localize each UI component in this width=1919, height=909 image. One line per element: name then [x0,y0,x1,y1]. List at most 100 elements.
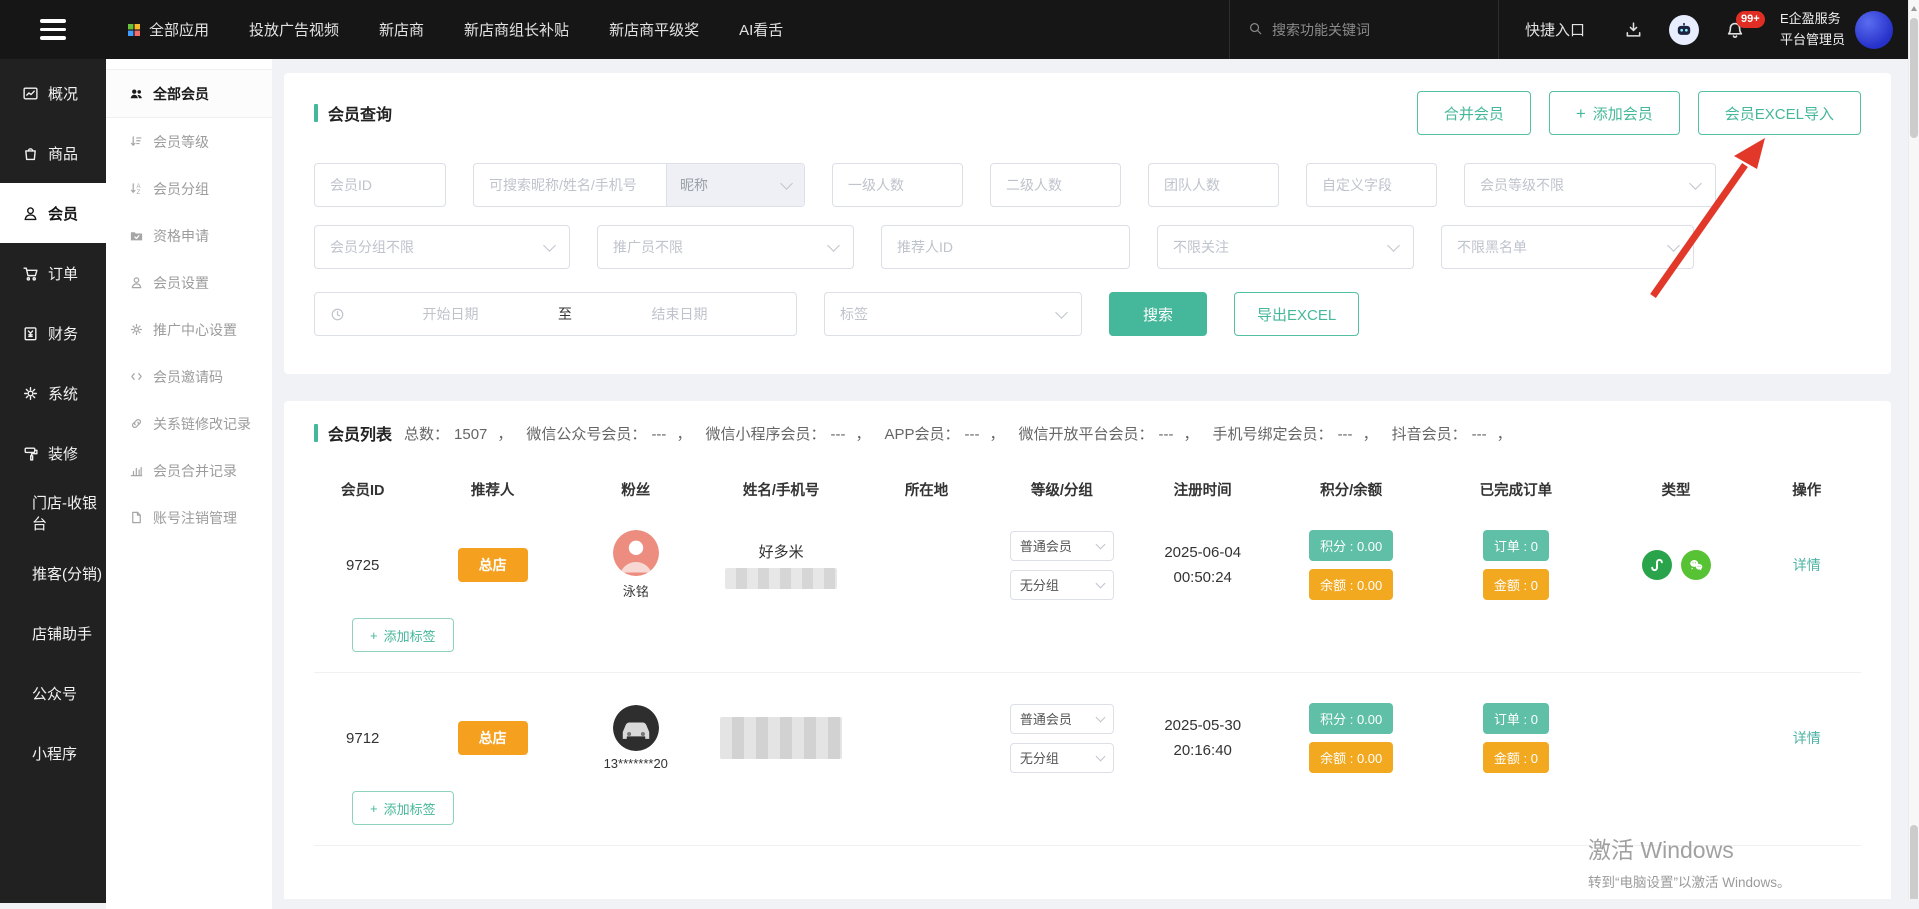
stat-comma: ， [497,426,512,443]
follow-filter-select[interactable]: 不限关注 [1157,225,1414,269]
search-input[interactable]: 搜索功能关键词 [1229,0,1499,59]
submenu-item-9[interactable]: 账号注销管理 [106,494,272,541]
sidebar-item-7[interactable]: 门店-收银台 [0,483,106,543]
group-select[interactable]: 无分组 [1010,570,1114,600]
add-tag-button[interactable]: +添加标签 [352,791,454,825]
submenu-item-4[interactable]: 会员设置 [106,259,272,306]
level1-count-input[interactable]: 一级人数 [832,163,963,207]
orders-badge: 订单 : 0 [1483,530,1549,561]
orders-badge: 订单 : 0 [1483,703,1549,734]
quick-entry-link[interactable]: 快捷入口 [1499,19,1611,40]
date-range-input[interactable]: 开始日期 至 结束日期 [314,292,797,336]
stat-comma: ， [676,426,691,443]
custom-field-input[interactable]: 自定义字段 [1306,163,1437,207]
level-select[interactable]: 普通会员 [1010,531,1114,561]
export-excel-button[interactable]: 导出EXCEL [1234,292,1359,336]
end-date-input[interactable]: 结束日期 [578,304,781,324]
team-count-input[interactable]: 团队人数 [1148,163,1279,207]
download-icon[interactable] [1624,20,1643,39]
topnav-item-2[interactable]: 新店商 [359,0,444,59]
group-icon: AZ [129,181,144,196]
topnav-item-0[interactable]: 全部应用 [106,0,229,59]
submenu-item-7[interactable]: 关系链修改记录 [106,400,272,447]
level-select-value: 普通会员 [1020,709,1072,728]
user-avatar[interactable] [1855,11,1893,49]
sidebar-item-10[interactable]: 公众号 [0,663,106,723]
scrollbar-thumb[interactable] [1910,18,1918,138]
column-header-7: 积分/余额 [1320,479,1382,500]
submenu-item-3[interactable]: 资格申请 [106,212,272,259]
start-date-input[interactable]: 开始日期 [349,304,552,324]
level2-count-input[interactable]: 二级人数 [990,163,1121,207]
blurred-phone [720,717,842,759]
promoter-select[interactable]: 推广员不限 [597,225,854,269]
level-select[interactable]: 普通会员 [1010,704,1114,734]
hamburger-menu-icon[interactable] [0,0,106,59]
submenu-item-2[interactable]: AZ会员分组 [106,165,272,212]
tag-select[interactable]: 标签 [824,292,1082,336]
sidebar-item-0[interactable]: 概况 [0,63,106,123]
topnav-item-1[interactable]: 投放广告视频 [229,0,359,59]
notification-bell-icon[interactable]: 99+ [1725,20,1745,40]
sidebar-item-8[interactable]: 推客(分销) [0,543,106,603]
stat-item: 手机号绑定会员：---， [1213,426,1386,443]
sidebar-item-11[interactable]: 小程序 [0,723,106,783]
submenu-item-label: 会员等级 [153,132,209,152]
search-type-select[interactable]: 昵称 [666,164,804,206]
member-row-block: 9712总店13*******20普通会员无分组2025-05-3020:16:… [314,673,1861,846]
sidebar-item-6[interactable]: 装修 [0,423,106,483]
grid-icon [126,22,142,38]
referrer-cell: 总店 [458,728,528,748]
sidebar-item-2[interactable]: 会员 [0,183,106,243]
assistant-bot-icon[interactable] [1669,15,1699,45]
member-id-input[interactable]: 会员ID [314,163,446,207]
topnav-item-3[interactable]: 新店商组长补贴 [444,0,589,59]
blacklist-filter-select[interactable]: 不限黑名单 [1441,225,1694,269]
level-group-cell: 普通会员无分组 [1010,531,1114,600]
merge-members-button[interactable]: 合并会员 [1417,91,1531,135]
chevron-down-icon [1689,177,1702,190]
sidebar-item-3[interactable]: 订单 [0,243,106,303]
excel-import-button[interactable]: 会员EXCEL导入 [1698,91,1861,135]
balance-badge: 余额 : 0.00 [1309,742,1393,773]
submenu-item-5[interactable]: 推广中心设置 [106,306,272,353]
topnav-item-4[interactable]: 新店商平级奖 [589,0,719,59]
detail-link[interactable]: 详情 [1793,557,1821,573]
sidebar-item-1[interactable]: 商品 [0,123,106,183]
add-member-button[interactable]: + 添加会员 [1549,91,1680,135]
scrollbar-thumb[interactable] [1910,825,1918,899]
group-select[interactable]: 无分组 [1010,743,1114,773]
chevron-down-icon [1387,239,1400,252]
sidebar-item-4[interactable]: 财务 [0,303,106,363]
page-scrollbar[interactable] [1908,0,1919,899]
stat-item: APP会员：---， [884,426,1012,443]
submenu-item-0[interactable]: 全部会员 [106,69,272,118]
type-cell [1642,550,1711,580]
member-table-body: 9725总店泳铭好多米普通会员无分组2025-06-0400:50:24积分 :… [314,500,1861,846]
detail-link[interactable]: 详情 [1793,730,1821,746]
scrollbar-up-arrow-icon[interactable] [1911,6,1917,11]
search-button[interactable]: 搜索 [1109,292,1207,336]
member-id-cell: 9725 [346,557,379,574]
topnav-item-5[interactable]: AI看舌 [719,0,803,59]
miniprogram-icon [1642,550,1672,580]
sidebar-item-9[interactable]: 店铺助手 [0,603,106,663]
sidebar-item-5[interactable]: 系统 [0,363,106,423]
submenu-item-6[interactable]: 会员邀请码 [106,353,272,400]
submenu-item-label: 会员邀请码 [153,367,223,387]
stat-value: --- [1338,426,1353,443]
member-level-select[interactable]: 会员等级不限 [1464,163,1716,207]
submenu-item-label: 会员合并记录 [153,461,237,481]
list-card-title: 会员列表 [328,421,392,445]
add-tag-button[interactable]: +添加标签 [352,618,454,652]
keyword-search-input[interactable]: 可搜索昵称/姓名/手机号 昵称 [473,163,805,207]
submenu-item-8[interactable]: 会员合并记录 [106,447,272,494]
referrer-id-input[interactable]: 推荐人ID [881,225,1130,269]
fan-cell: 13*******20 [604,705,668,771]
submenu-item-1[interactable]: 会员等级 [106,118,272,165]
register-date: 2025-05-30 [1164,713,1241,739]
stat-label: 总数： [404,426,449,443]
topbar-right: 搜索功能关键词 快捷入口 99+ E企盈服务 平台管理员 [1229,0,1919,59]
member-group-select[interactable]: 会员分组不限 [314,225,570,269]
wechat-icon [1681,550,1711,580]
